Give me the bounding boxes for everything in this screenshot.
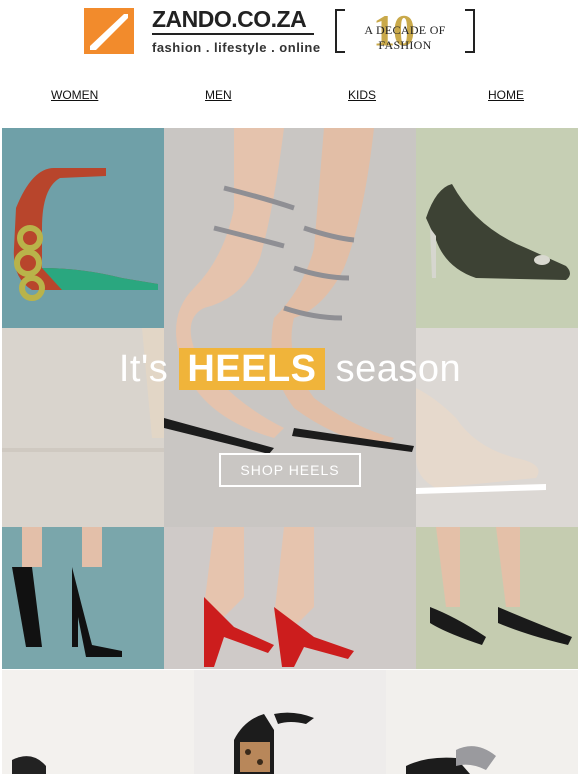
brand-divider: [152, 33, 314, 35]
product-row: [2, 670, 578, 774]
brand-name[interactable]: ZANDO.CO.ZA: [152, 6, 307, 33]
shoe-photo-black-block-heel[interactable]: [2, 527, 164, 669]
nav-link-kids[interactable]: KIDS: [348, 88, 376, 102]
hero-banner[interactable]: It's HEELS season SHOP HEELS: [2, 128, 578, 669]
product-photo-embellished-mule[interactable]: [386, 670, 578, 774]
shoe-photo-red-block-heel[interactable]: [164, 527, 416, 669]
shoe-photo-red-sculpted-heel[interactable]: [2, 128, 164, 328]
product-photo-leopard-sandal[interactable]: [194, 670, 386, 774]
decade-text: A DECADE OF FASHION: [364, 23, 446, 52]
decade-badge: 10 A DECADE OF FASHION: [335, 6, 475, 55]
product-photo-black-pump[interactable]: [2, 670, 194, 774]
shoe-photo-glitter-pump[interactable]: [416, 128, 578, 328]
hero-headline-prefix: It's: [118, 348, 169, 390]
hero-headline: It's HEELS season: [2, 348, 578, 391]
hero-headline-suffix: season: [335, 348, 462, 390]
email-header: ZANDO.CO.ZA fashion . lifestyle . online…: [0, 0, 580, 70]
nav-link-home[interactable]: HOME: [488, 88, 524, 102]
shop-heels-button[interactable]: SHOP HEELS: [219, 453, 361, 487]
brand-tagline: fashion . lifestyle . online: [152, 40, 321, 55]
nav-link-men[interactable]: MEN: [205, 88, 232, 102]
zando-logo-icon[interactable]: [84, 8, 134, 54]
shoe-photo-black-slingback[interactable]: [416, 527, 578, 669]
nav-link-women[interactable]: WOMEN: [51, 88, 98, 102]
hero-headline-highlight: HEELS: [179, 348, 325, 390]
category-nav: WOMEN MEN KIDS HOME: [0, 88, 580, 108]
